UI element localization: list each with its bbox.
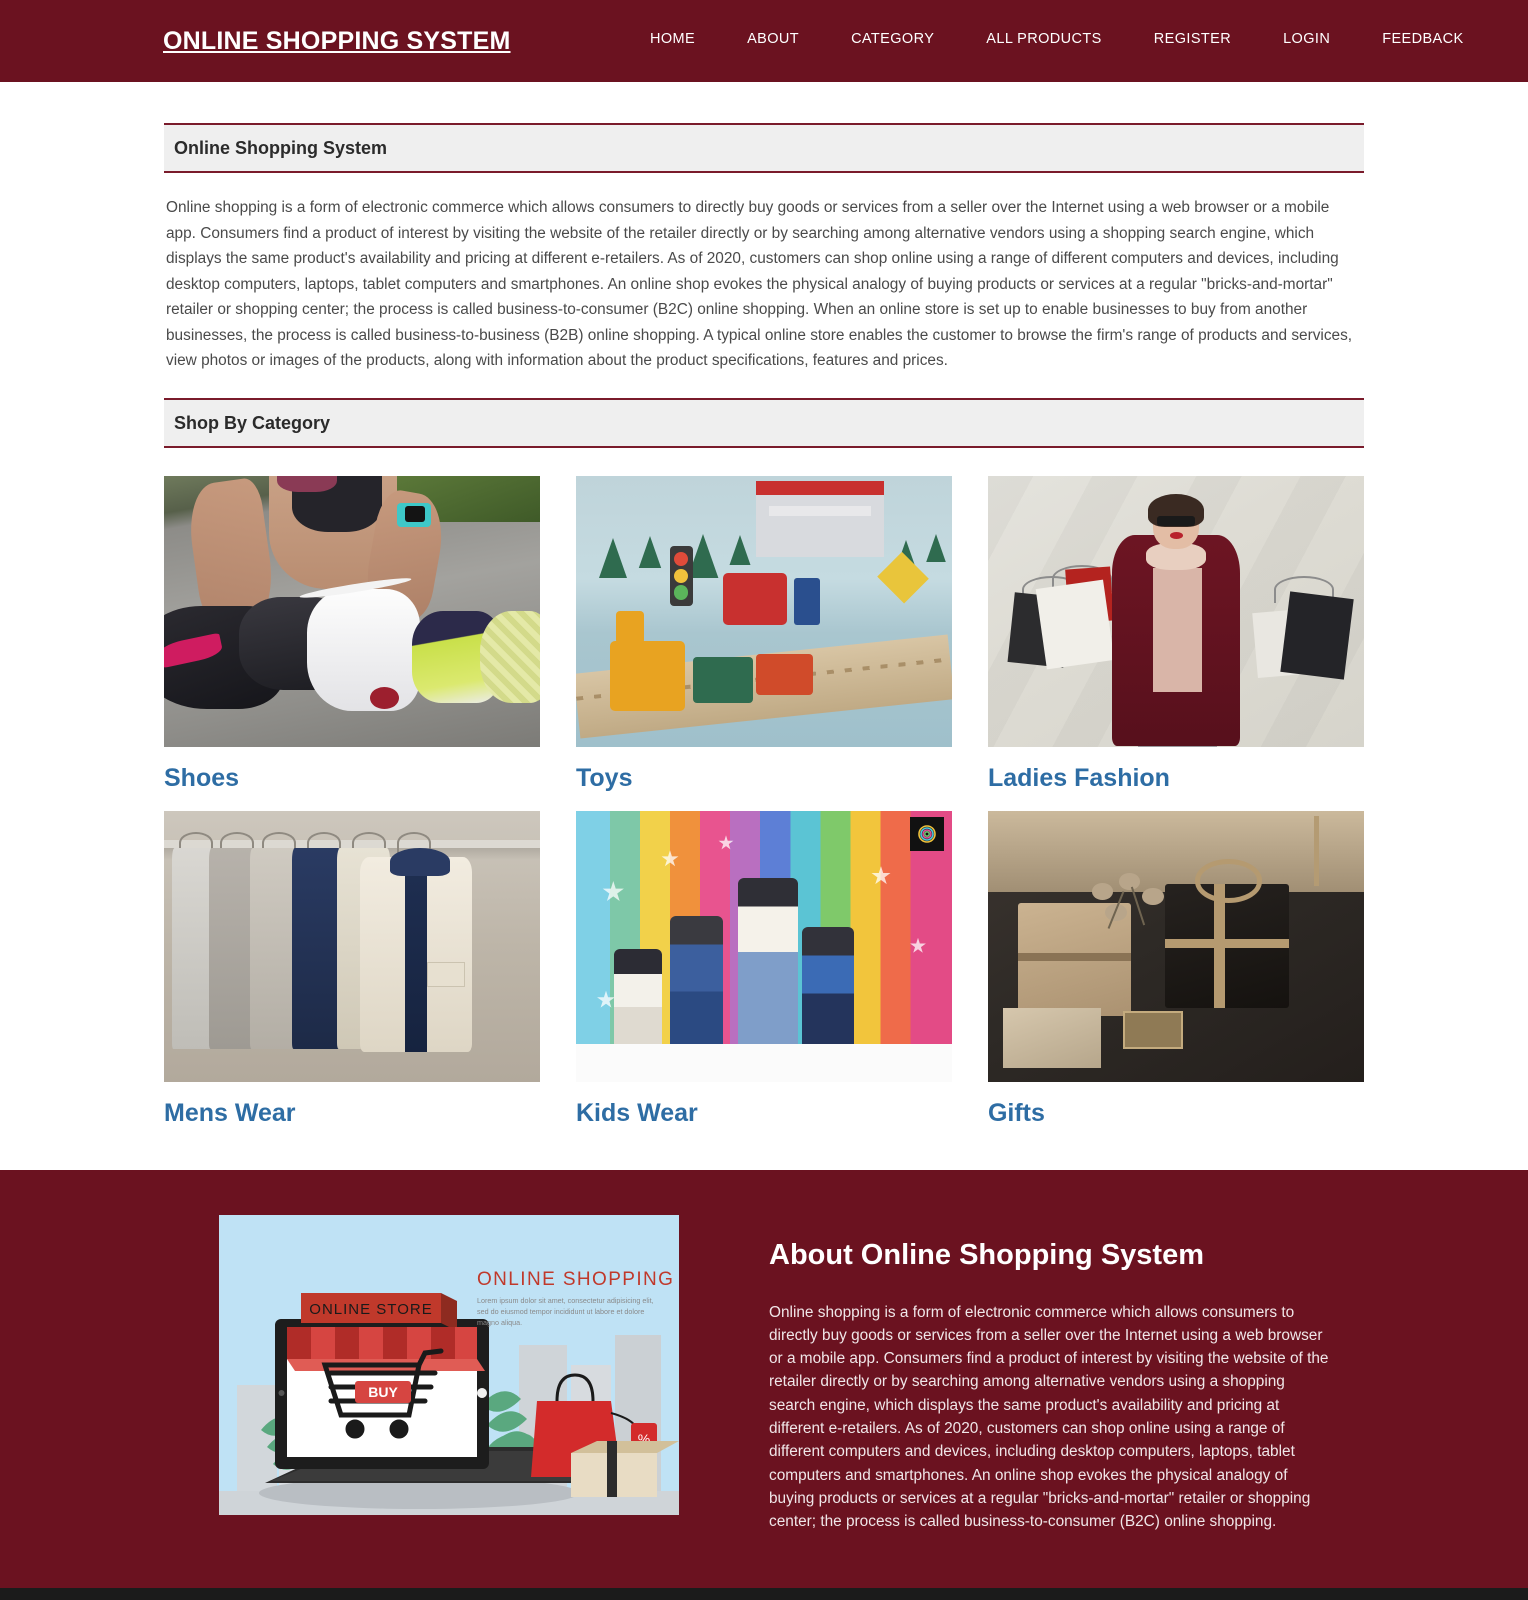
cart-buy-label: BUY (368, 1384, 398, 1400)
wooden-train-toys-photo (575, 475, 952, 747)
nav-item-all-products[interactable]: ALL PRODUCTS (986, 29, 1101, 49)
nav-item-about[interactable]: ABOUT (747, 29, 799, 49)
running-shoes-photo (164, 475, 540, 747)
category-image-ladies-fashion[interactable] (987, 475, 1364, 747)
about-heading: About Online Shopping System (769, 1238, 1204, 1271)
brand-logo[interactable]: ONLINE SHOPPING SYSTEM (163, 26, 511, 56)
illustration-subtitle-line2: sed do eiusmod tempor incididunt ut labo… (477, 1307, 644, 1316)
category-image-toys[interactable] (575, 475, 952, 747)
about-text-block: About Online Shopping System Online shop… (769, 1215, 1329, 1534)
category-card-mens-wear: Mens Wear (146, 810, 558, 1146)
nav-item-category[interactable]: CATEGORY (851, 29, 934, 49)
category-link-gifts[interactable]: Gifts (988, 1098, 1364, 1128)
nav-item-register[interactable]: REGISTER (1154, 29, 1231, 49)
content-container: Online Shopping System Online shopping i… (164, 123, 1364, 1146)
site-footer: © Online Shopping System (0, 1588, 1528, 1600)
category-card-gifts: Gifts (970, 810, 1382, 1146)
online-shopping-illustration: ONLINE STORE BUY % ONLINE SHOPPING Lorem… (219, 1214, 679, 1515)
about-container: ONLINE STORE BUY % ONLINE SHOPPING Lorem… (164, 1214, 1364, 1534)
category-card-ladies-fashion: Ladies Fashion (970, 475, 1382, 811)
about-paragraph: Online shopping is a form of electronic … (769, 1303, 1329, 1531)
illustration-title: ONLINE SHOPPING (477, 1269, 674, 1290)
category-image-gifts[interactable] (987, 810, 1364, 1082)
kids-colorful-backdrop-photo (575, 810, 952, 1082)
main-navigation: HOME ABOUT CATEGORY ALL PRODUCTS REGISTE… (650, 29, 1464, 49)
category-image-kids-wear[interactable] (575, 810, 952, 1082)
category-section-title: Shop By Category (174, 412, 331, 433)
intro-panel-heading: Online Shopping System (164, 123, 1364, 173)
category-panel-heading: Shop By Category (164, 397, 1364, 448)
category-link-kids-wear[interactable]: Kids Wear (576, 1098, 952, 1128)
clothing-rack-photo (164, 810, 540, 1082)
intro-paragraph: Online shopping is a form of electronic … (166, 199, 1353, 369)
about-section: ONLINE STORE BUY % ONLINE SHOPPING Lorem… (0, 1169, 1528, 1589)
nav-item-feedback[interactable]: FEEDBACK (1382, 29, 1463, 49)
nav-item-login[interactable]: LOGIN (1283, 29, 1330, 49)
category-image-mens-wear[interactable] (164, 810, 540, 1082)
illustration-subtitle-line3: magno aliqua. (477, 1318, 522, 1327)
category-card-kids-wear: Kids Wear (558, 810, 970, 1146)
category-grid: Shoes Toys Ladies Fashion Mens Wear Kids… (146, 475, 1382, 1146)
about-figure: ONLINE STORE BUY % ONLINE SHOPPING Lorem… (219, 1214, 684, 1515)
store-sign-text: ONLINE STORE (309, 1301, 432, 1318)
category-card-shoes: Shoes (146, 475, 558, 811)
main-content: Online Shopping System Online shopping i… (0, 123, 1528, 1170)
category-link-ladies-fashion[interactable]: Ladies Fashion (988, 763, 1364, 793)
page-title: Online Shopping System (174, 138, 388, 158)
category-link-mens-wear[interactable]: Mens Wear (164, 1098, 540, 1128)
klik-watermark-logo (910, 817, 945, 852)
wrapped-gift-boxes-photo (987, 810, 1364, 1082)
illustration-subtitle-line1: Lorem ipsum dolor sit amet, consectetur … (477, 1296, 654, 1305)
category-image-shoes[interactable] (164, 475, 540, 747)
woman-with-shopping-bags-photo (987, 475, 1364, 747)
category-link-shoes[interactable]: Shoes (164, 763, 540, 793)
nav-item-home[interactable]: HOME (650, 29, 695, 49)
category-link-toys[interactable]: Toys (576, 763, 952, 793)
site-header: ONLINE SHOPPING SYSTEM HOME ABOUT CATEGO… (0, 0, 1528, 82)
category-card-toys: Toys (558, 475, 970, 811)
